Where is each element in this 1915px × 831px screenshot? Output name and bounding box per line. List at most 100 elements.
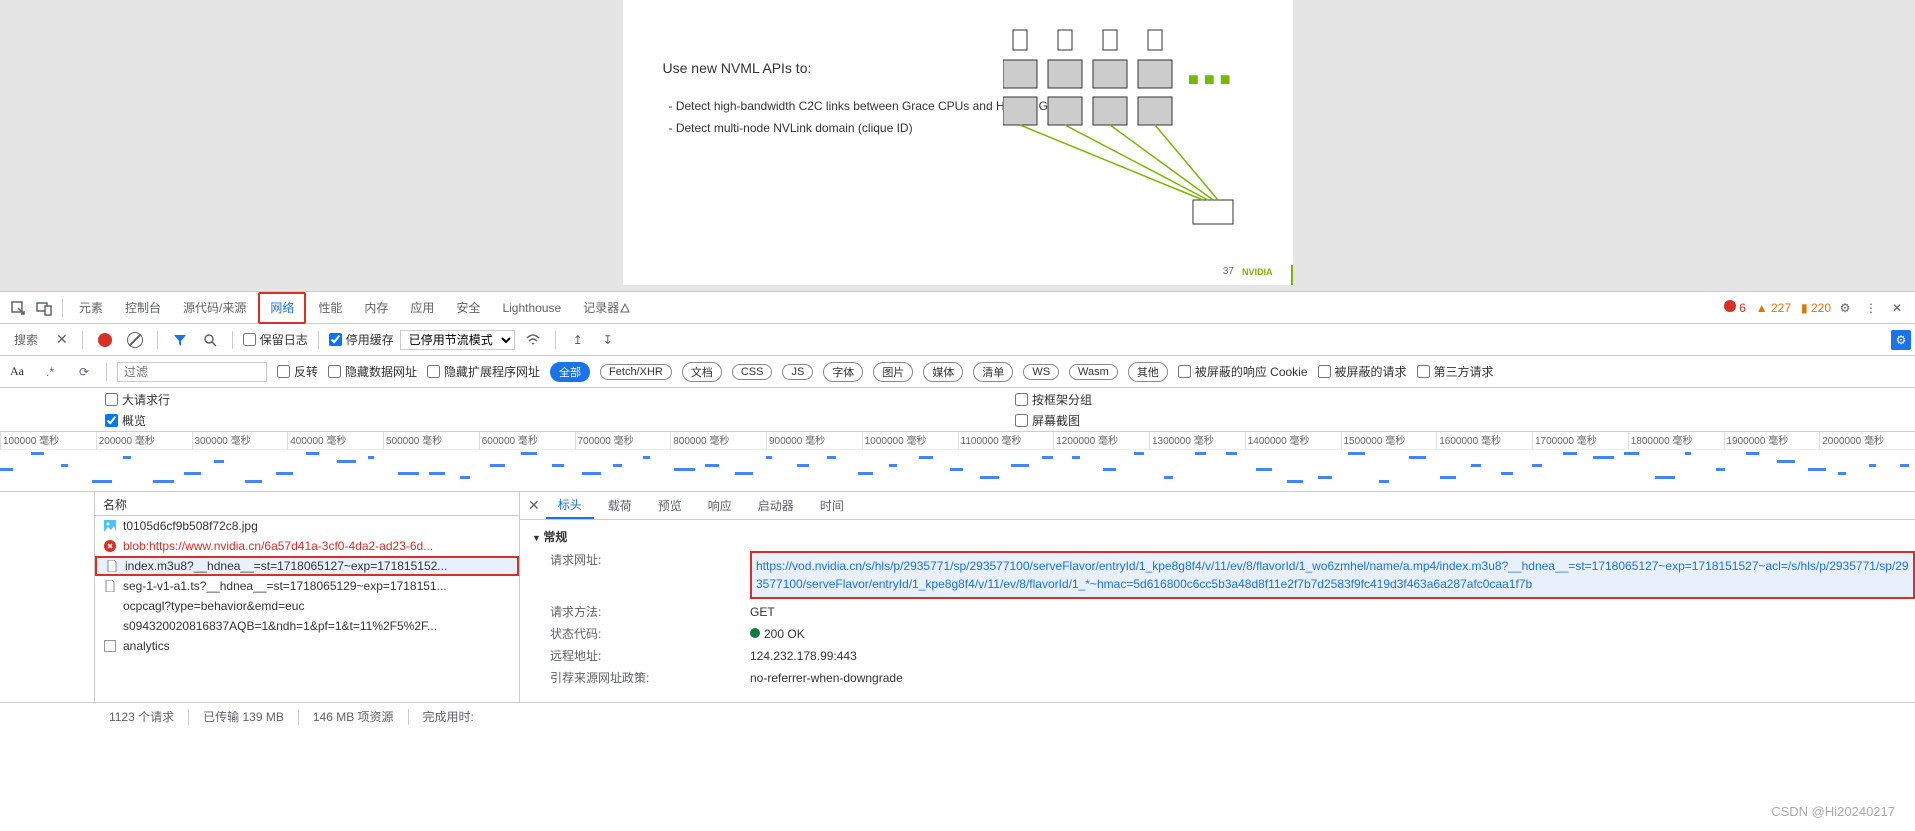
err-icon [103, 539, 117, 553]
throttling-select[interactable]: 已停用节流模式 [400, 330, 515, 350]
error-badges[interactable]: 6 ▲ 227 ▮ 220 [1724, 300, 1831, 315]
close-icon[interactable]: ✕ [1885, 296, 1909, 320]
filter-other[interactable]: 其他 [1128, 362, 1168, 382]
request-row[interactable]: s094320020816837AQB=1&ndh=1&pf=1&t=11%2F… [95, 616, 519, 636]
status-code-label: 状态代码: [550, 625, 750, 643]
tab-elements[interactable]: 元素 [69, 292, 113, 324]
third-party-checkbox[interactable]: 第三方请求 [1417, 363, 1494, 380]
disable-cache-checkbox[interactable]: 停用缓存 [329, 331, 394, 348]
hide-data-urls-checkbox[interactable]: 隐藏数据网址 [328, 363, 417, 380]
none-icon [103, 599, 117, 613]
filter-icon[interactable] [168, 328, 192, 352]
filter-css[interactable]: CSS [732, 364, 773, 380]
filter-img[interactable]: 图片 [873, 362, 913, 382]
filter-wasm[interactable]: Wasm [1069, 364, 1118, 380]
tab-network[interactable]: 网络 [258, 292, 306, 324]
download-icon[interactable]: ↧ [596, 328, 620, 352]
detail-tab-payload[interactable]: 载荷 [596, 493, 644, 518]
filter-font[interactable]: 字体 [823, 362, 863, 382]
request-row[interactable]: index.m3u8?__hdnea__=st=1718065127~exp=1… [95, 556, 519, 576]
referrer-policy-label: 引荐来源网址政策: [550, 669, 750, 687]
request-row[interactable]: seg-1-v1-a1.ts?__hdnea__=st=1718065129~e… [95, 576, 519, 596]
timeline-overview[interactable]: 100000 毫秒200000 毫秒300000 毫秒400000 毫秒5000… [0, 432, 1915, 492]
blocked-cookies-checkbox[interactable]: 被屏蔽的响应 Cookie [1178, 363, 1308, 380]
request-name: s094320020816837AQB=1&ndh=1&pf=1&t=11%2F… [123, 619, 437, 633]
img-icon [103, 519, 117, 533]
wifi-icon[interactable] [521, 328, 545, 352]
device-icon[interactable] [32, 296, 56, 320]
tab-memory[interactable]: 内存 [354, 292, 398, 324]
watermark: CSDN @Hi20240217 [1771, 804, 1895, 819]
large-rows-checkbox[interactable]: 大请求行 [105, 391, 995, 408]
request-row[interactable]: ocpcagl?type=behavior&emd=euc [95, 596, 519, 616]
panel-settings-icon[interactable]: ⚙ [1891, 330, 1911, 350]
request-url-value[interactable]: https://vod.nvidia.cn/s/hls/p/2935771/sp… [750, 551, 1915, 599]
inspect-icon[interactable] [6, 296, 30, 320]
search-icon[interactable] [198, 328, 222, 352]
filter-js[interactable]: JS [782, 364, 813, 380]
request-url-label: 请求网址: [550, 551, 750, 569]
request-list-panel: 名称 t0105d6cf9b508f72c8.jpgblob:https://w… [95, 492, 520, 702]
more-icon[interactable]: ⋮ [1859, 296, 1883, 320]
regex-button[interactable]: .* [38, 360, 62, 384]
filter-media[interactable]: 媒体 [923, 362, 963, 382]
request-count: 1123 个请求 [109, 708, 174, 725]
search-label: 搜索 [6, 329, 46, 350]
preserve-log-checkbox[interactable]: 保留日志 [243, 331, 308, 348]
settings-icon[interactable]: ⚙ [1833, 296, 1857, 320]
close-search-icon[interactable]: ✕ [52, 331, 72, 348]
options-row: 大请求行 概览 按框架分组 屏幕截图 [0, 388, 1915, 432]
tab-recorder[interactable]: 记录器 [573, 292, 641, 324]
upload-icon[interactable]: ↥ [566, 328, 590, 352]
detail-tab-headers[interactable]: 标头 [546, 492, 594, 519]
doc-icon [105, 559, 119, 573]
filter-all[interactable]: 全部 [550, 362, 590, 382]
refresh-icon[interactable]: ⟳ [72, 360, 96, 384]
request-row[interactable]: analytics [95, 636, 519, 656]
devtools-tabs: 元素 控制台 源代码/来源 网络 性能 内存 应用 安全 Lighthouse … [0, 292, 1915, 324]
filter-fetch[interactable]: Fetch/XHR [600, 364, 672, 380]
detail-tab-timing[interactable]: 时间 [808, 493, 856, 518]
filter-ws[interactable]: WS [1023, 364, 1059, 380]
request-name: seg-1-v1-a1.ts?__hdnea__=st=1718065129~e… [123, 579, 447, 593]
request-list[interactable]: t0105d6cf9b508f72c8.jpgblob:https://www.… [95, 516, 519, 702]
hide-ext-urls-checkbox[interactable]: 隐藏扩展程序网址 [427, 363, 540, 380]
tab-application[interactable]: 应用 [400, 292, 444, 324]
overview-checkbox[interactable]: 概览 [105, 412, 995, 429]
filter-bar: Aa .* ⟳ 反转 隐藏数据网址 隐藏扩展程序网址 全部 Fetch/XHR … [0, 356, 1915, 388]
tab-security[interactable]: 安全 [446, 292, 490, 324]
referrer-policy-value: no-referrer-when-downgrade [750, 669, 1915, 687]
detail-tab-preview[interactable]: 预览 [646, 493, 694, 518]
svg-text:■ ■ ■: ■ ■ ■ [1188, 69, 1231, 89]
match-case-button[interactable]: Aa [6, 364, 28, 379]
close-detail-icon[interactable]: ✕ [524, 497, 544, 514]
group-frame-checkbox[interactable]: 按框架分组 [1015, 391, 1905, 408]
filter-input[interactable] [117, 362, 267, 382]
clear-button[interactable] [123, 328, 147, 352]
chk-icon [103, 639, 117, 653]
transferred-size: 已传输 139 MB [203, 708, 284, 725]
filter-manifest[interactable]: 清单 [973, 362, 1013, 382]
filter-doc[interactable]: 文档 [682, 362, 722, 382]
record-button[interactable] [93, 328, 117, 352]
invert-checkbox[interactable]: 反转 [277, 363, 318, 380]
doc-icon [103, 579, 117, 593]
remote-address-label: 远程地址: [550, 647, 750, 665]
tab-sources[interactable]: 源代码/来源 [173, 292, 256, 324]
tab-lighthouse[interactable]: Lighthouse [492, 292, 571, 324]
general-section[interactable]: 常规 [520, 524, 1915, 549]
detail-body[interactable]: 常规 请求网址: https://vod.nvidia.cn/s/hls/p/2… [520, 520, 1915, 702]
slide-footer: 37 NVIDIA [1223, 266, 1273, 277]
request-row[interactable]: t0105d6cf9b508f72c8.jpg [95, 516, 519, 536]
detail-tab-initiator[interactable]: 启动器 [746, 493, 806, 518]
column-name[interactable]: 名称 [95, 492, 519, 516]
tab-performance[interactable]: 性能 [308, 292, 352, 324]
detail-tab-response[interactable]: 响应 [696, 493, 744, 518]
request-name: index.m3u8?__hdnea__=st=1718065127~exp=1… [125, 559, 447, 573]
blocked-req-checkbox[interactable]: 被屏蔽的请求 [1318, 363, 1407, 380]
request-method-value: GET [750, 603, 1915, 621]
screenshots-checkbox[interactable]: 屏幕截图 [1015, 412, 1905, 429]
request-method-label: 请求方法: [550, 603, 750, 621]
tab-console[interactable]: 控制台 [115, 292, 171, 324]
request-row[interactable]: blob:https://www.nvidia.cn/6a57d41a-3cf0… [95, 536, 519, 556]
